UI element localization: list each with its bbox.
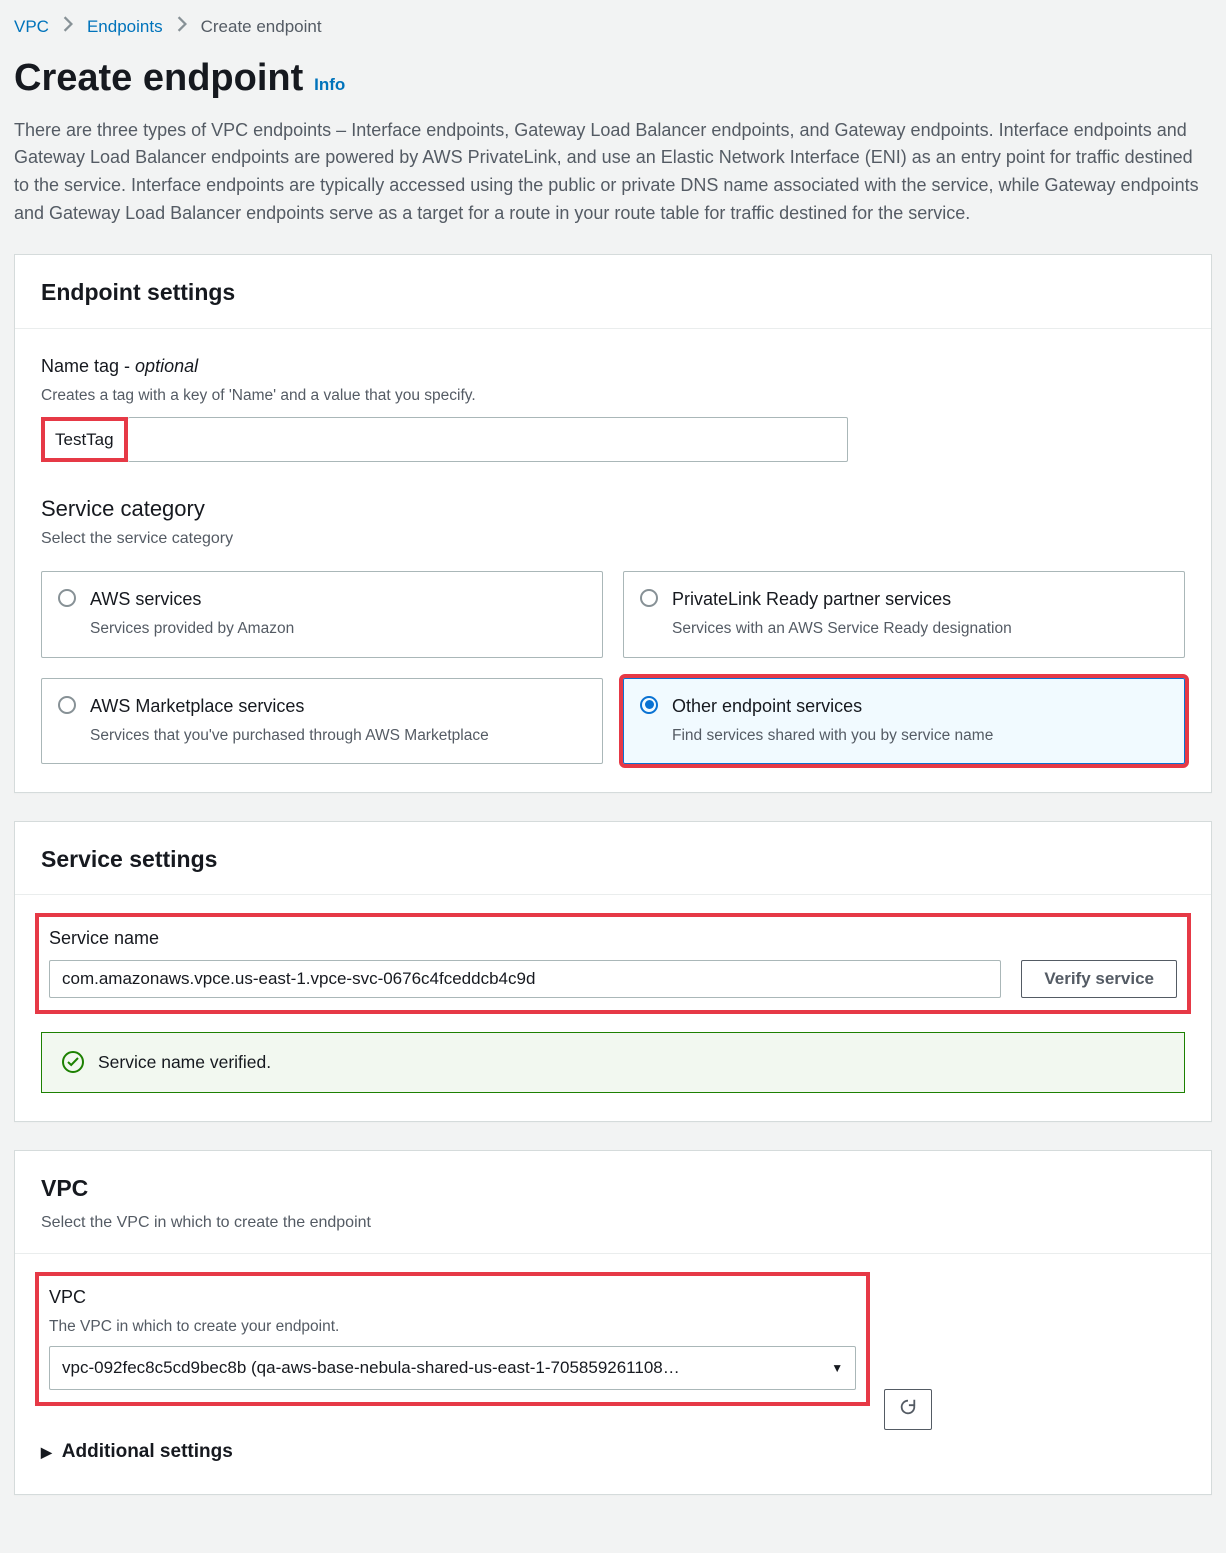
breadcrumb-endpoints[interactable]: Endpoints: [87, 14, 163, 40]
verify-service-button[interactable]: Verify service: [1021, 960, 1177, 998]
service-name-label: Service name: [49, 925, 1001, 952]
refresh-icon: [899, 1401, 917, 1420]
caret-down-icon: ▼: [831, 1359, 843, 1377]
radio-desc: Services that you've purchased through A…: [90, 724, 489, 747]
vpc-field-hint: The VPC in which to create your endpoint…: [49, 1315, 856, 1338]
breadcrumb-vpc[interactable]: VPC: [14, 14, 49, 40]
radio-icon: [640, 589, 658, 607]
service-category-label: Service category: [41, 492, 1185, 525]
radio-title: PrivateLink Ready partner services: [672, 589, 951, 609]
service-name-input[interactable]: [49, 960, 1001, 998]
name-tag-label: Name tag - optional: [41, 356, 198, 376]
panel-title-endpoint-settings: Endpoint settings: [41, 275, 1185, 310]
chevron-right-icon: [63, 14, 73, 40]
alert-service-verified: Service name verified.: [41, 1032, 1185, 1092]
vpc-select[interactable]: vpc-092fec8c5cd9bec8b (qa-aws-base-nebul…: [49, 1346, 856, 1390]
name-tag-value-display: TestTag: [41, 417, 128, 463]
radio-icon: [640, 696, 658, 714]
name-tag-input[interactable]: [128, 417, 848, 463]
breadcrumb-current: Create endpoint: [201, 14, 322, 40]
breadcrumb: VPC Endpoints Create endpoint: [14, 14, 1212, 40]
radio-title: AWS services: [90, 589, 201, 609]
radio-desc: Services provided by Amazon: [90, 617, 294, 640]
service-category-hint: Select the service category: [41, 527, 1185, 551]
radio-desc: Find services shared with you by service…: [672, 724, 993, 747]
radio-icon: [58, 696, 76, 714]
caret-right-icon: ▶: [41, 1442, 52, 1463]
panel-title-vpc: VPC: [41, 1171, 1185, 1206]
radio-other-endpoint-services[interactable]: Other endpoint services Find services sh…: [623, 678, 1185, 764]
panel-endpoint-settings: Endpoint settings Name tag - optional Cr…: [14, 254, 1212, 793]
alert-text: Service name verified.: [98, 1049, 271, 1075]
info-link[interactable]: Info: [314, 75, 345, 94]
radio-privatelink-partner[interactable]: PrivateLink Ready partner services Servi…: [623, 571, 1185, 657]
additional-settings-label: Additional settings: [62, 1438, 233, 1467]
check-circle-icon: [62, 1051, 84, 1073]
radio-aws-services[interactable]: AWS services Services provided by Amazon: [41, 571, 603, 657]
radio-title: Other endpoint services: [672, 696, 862, 716]
page-title: Create endpoint: [14, 57, 303, 99]
radio-desc: Services with an AWS Service Ready desig…: [672, 617, 1012, 640]
page-description: There are three types of VPC endpoints –…: [14, 117, 1212, 229]
panel-sub-vpc: Select the VPC in which to create the en…: [41, 1211, 1185, 1235]
radio-icon: [58, 589, 76, 607]
radio-marketplace[interactable]: AWS Marketplace services Services that y…: [41, 678, 603, 764]
vpc-field-label: VPC: [49, 1284, 856, 1311]
chevron-right-icon: [177, 14, 187, 40]
refresh-button[interactable]: [884, 1389, 932, 1430]
panel-title-service-settings: Service settings: [41, 842, 1185, 877]
panel-service-settings: Service settings Service name Verify ser…: [14, 821, 1212, 1122]
panel-vpc: VPC Select the VPC in which to create th…: [14, 1150, 1212, 1496]
additional-settings-toggle[interactable]: ▶ Additional settings: [41, 1430, 1185, 1467]
radio-title: AWS Marketplace services: [90, 696, 304, 716]
name-tag-hint: Creates a tag with a key of 'Name' and a…: [41, 384, 1185, 407]
vpc-select-value: vpc-092fec8c5cd9bec8b (qa-aws-base-nebul…: [62, 1355, 680, 1381]
